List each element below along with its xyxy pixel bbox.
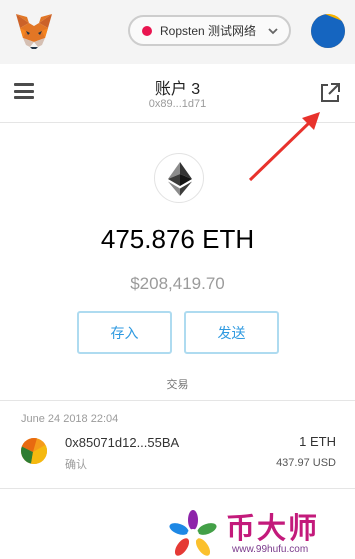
divider bbox=[0, 488, 355, 489]
transaction-row[interactable]: June 24 2018 22:04 0x85071d12...55BA 确认 … bbox=[0, 401, 355, 489]
transaction-identicon bbox=[21, 438, 47, 464]
send-button[interactable]: 发送 bbox=[184, 311, 279, 354]
transaction-address: 0x85071d12...55BA bbox=[65, 435, 180, 450]
transactions-heading: 交易 bbox=[166, 379, 189, 391]
account-name[interactable]: 账户 3 bbox=[0, 75, 355, 99]
deposit-button[interactable]: 存入 bbox=[77, 311, 172, 354]
transaction-status: 确认 bbox=[65, 459, 87, 471]
metamask-fox-icon bbox=[16, 14, 52, 49]
network-label: Ropsten 测试网络 bbox=[160, 24, 257, 38]
transaction-date: June 24 2018 22:04 bbox=[21, 413, 119, 425]
ethereum-logo-icon bbox=[154, 153, 204, 203]
network-selector[interactable]: Ropsten 测试网络 bbox=[128, 15, 291, 46]
transaction-amount: 1 ETH bbox=[299, 434, 336, 449]
account-identicon[interactable] bbox=[311, 14, 345, 48]
open-in-new-window-icon[interactable] bbox=[318, 81, 342, 105]
eth-balance: 475.876 ETH bbox=[100, 224, 255, 254]
transaction-fiat-amount: 437.97 USD bbox=[276, 457, 336, 469]
watermark-url: www.99hufu.com bbox=[232, 544, 309, 555]
watermark-title: 币大师 bbox=[226, 511, 320, 545]
top-bar: Ropsten 测试网络 bbox=[0, 0, 355, 64]
chevron-down-icon bbox=[268, 28, 278, 35]
account-address[interactable]: 0x89...1d71 bbox=[0, 98, 355, 110]
fiat-balance: $208,419.70 bbox=[130, 274, 225, 293]
watermark-logo-icon bbox=[169, 510, 217, 556]
account-header: 账户 3 0x89...1d71 bbox=[0, 64, 355, 123]
network-status-dot bbox=[142, 25, 152, 36]
